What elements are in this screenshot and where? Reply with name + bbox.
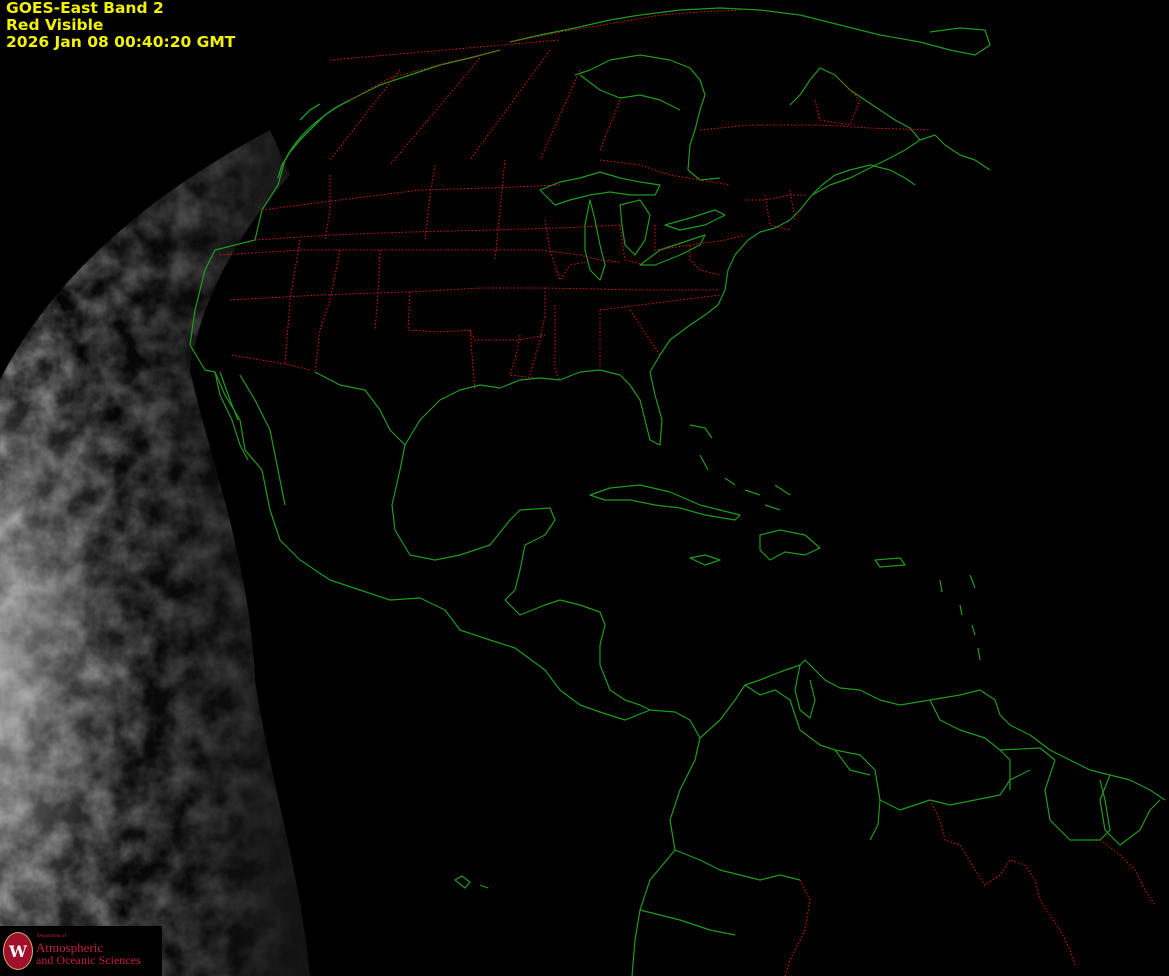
logo-line-2: and Oceanic Sciences — [36, 953, 141, 967]
state-borders — [219, 9, 1156, 976]
aos-logo: W Department of Atmospheric and Oceanic … — [0, 926, 162, 976]
band-description: Red Visible — [6, 16, 104, 35]
image-header: GOES-East Band 2 Red Visible 2026 Jan 08… — [6, 0, 235, 52]
earth-limb-clouds — [0, 120, 330, 976]
coastlines — [189, 7, 1166, 976]
logo-department: Department of — [37, 934, 67, 939]
uw-seal-icon: W — [3, 932, 33, 970]
satellite-map — [0, 7, 1166, 976]
product-title: GOES-East Band 2 — [6, 0, 164, 17]
timestamp: 2026 Jan 08 00:40:20 GMT — [6, 33, 236, 52]
